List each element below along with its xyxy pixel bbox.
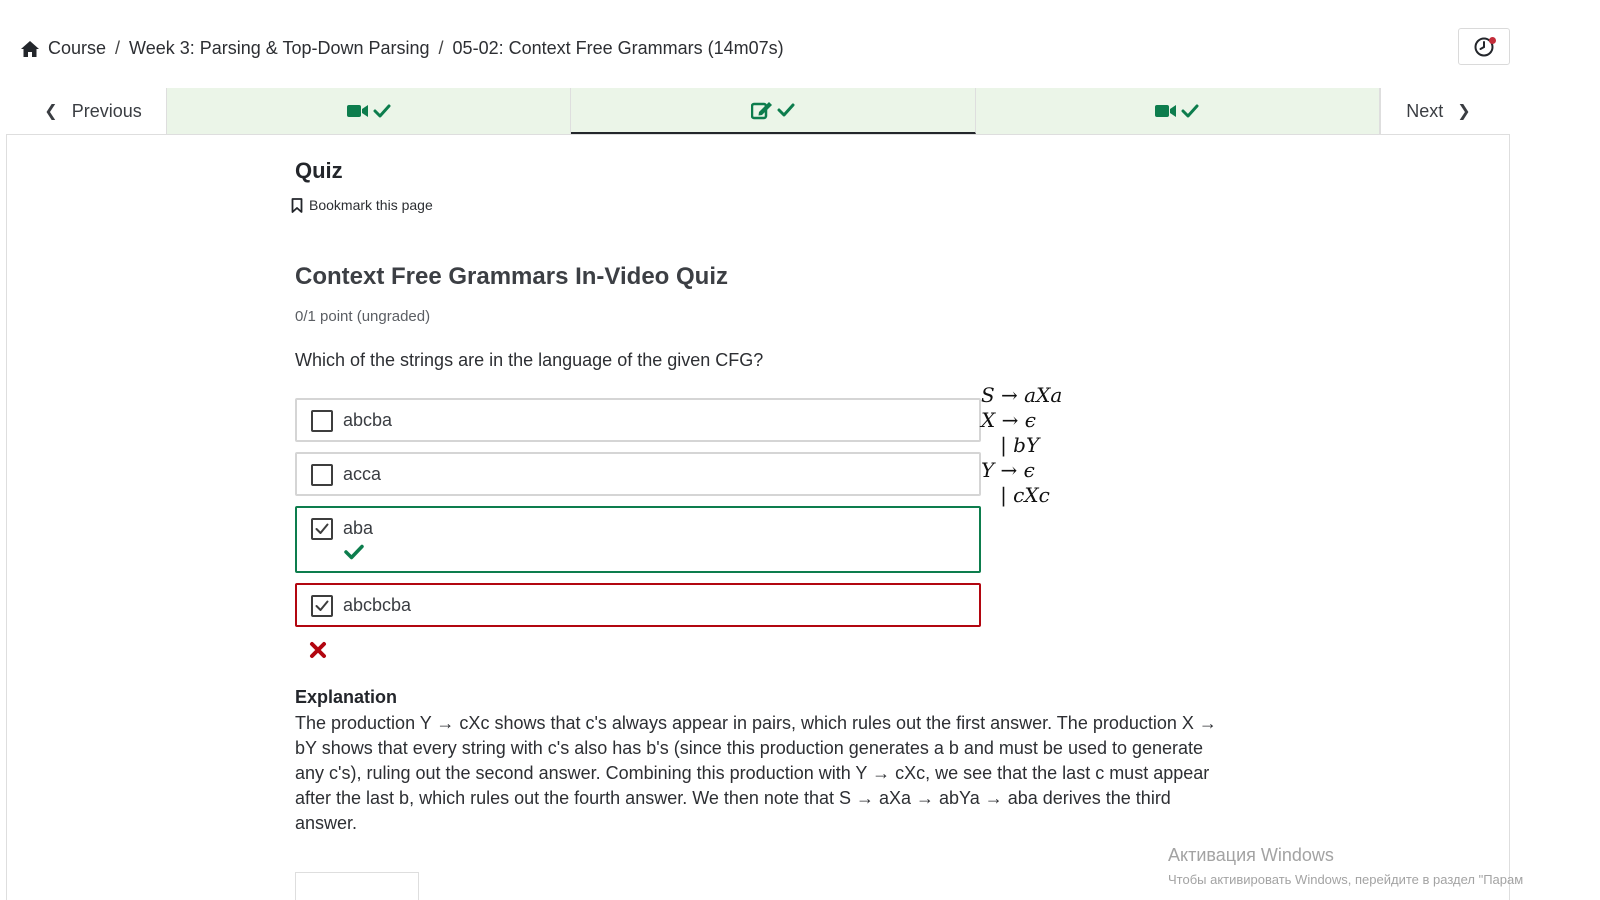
breadcrumb-separator: / (115, 38, 121, 58)
home-icon[interactable] (20, 40, 40, 58)
grammar-rule: X → ϵ (981, 408, 1036, 432)
problem-points: 0/1 point (ungraded) (295, 308, 431, 325)
grammar-rule: S → aXa (981, 383, 1063, 407)
bookmark-icon (291, 197, 303, 213)
previous-button-label: Previous (71, 100, 142, 121)
sequence-tab-problem[interactable] (571, 88, 976, 134)
choice-label: abcbcba (343, 595, 412, 615)
watermark-title: Активация Windows (1168, 845, 1334, 865)
breadcrumb-week-link[interactable]: Week 3: Parsing & Top-Down Parsing (129, 38, 429, 59)
unit-header: Quiz Bookmark this page (291, 158, 1295, 213)
breadcrumb-current-unit: 05-02: Context Free Grammars (14m07s) (452, 38, 784, 58)
problem-title: Context Free Grammars In-Video Quiz (295, 263, 728, 290)
choice-option[interactable]: acca (295, 452, 981, 496)
checkmark-icon (315, 600, 329, 611)
chevron-right-icon: ❯ (1457, 103, 1471, 120)
choice-option-incorrect[interactable]: abcbcba (295, 583, 981, 627)
choice-label: aba (343, 518, 374, 538)
incorrect-x-icon (310, 642, 326, 658)
check-icon (373, 104, 391, 118)
breadcrumb-separator: / (438, 38, 444, 58)
checkbox-unchecked[interactable] (311, 464, 333, 486)
sequence-navigation: ❮ Previous Next ❯ (6, 88, 1510, 135)
explanation-heading: Explanation (295, 687, 398, 707)
correct-check-icon (344, 544, 364, 560)
check-icon (1181, 104, 1199, 118)
notification-dot (1489, 37, 1496, 44)
bookmark-label: Bookmark this page (309, 197, 433, 213)
choice-label: acca (343, 464, 382, 484)
sequence-tab-video-2[interactable] (975, 88, 1380, 134)
previous-button[interactable]: ❮ Previous (6, 88, 167, 134)
bookmark-button[interactable]: Bookmark this page (291, 197, 1295, 213)
explanation-text: The production Y → cXc shows that c's al… (295, 713, 1217, 833)
next-button-label: Next (1406, 100, 1444, 121)
sequence-tab-video-1[interactable] (167, 88, 572, 134)
edit-pencil-icon (750, 102, 772, 120)
breadcrumb-course-link[interactable]: Course (48, 38, 106, 59)
watermark-subtitle: Чтобы активировать Windows, перейдите в … (1168, 872, 1524, 887)
grammar-rule: | bY (981, 433, 1040, 457)
grammar-rule: | cXc (981, 483, 1050, 507)
choice-option-correct[interactable]: aba (295, 506, 981, 573)
choice-label: abcba (343, 410, 393, 430)
grammar-rules: S → aXa X → ϵ | bY Y → ϵ | cXc (981, 383, 1062, 508)
chevron-left-icon: ❮ (44, 103, 58, 120)
checkbox-unchecked[interactable] (311, 410, 333, 432)
dates-notification-button[interactable] (1458, 28, 1510, 65)
question-text: Which of the strings are in the language… (295, 350, 764, 370)
checkbox-checked[interactable] (311, 518, 333, 540)
checkbox-checked[interactable] (311, 595, 333, 617)
windows-activation-watermark: Активация Windows Чтобы активировать Win… (1168, 845, 1523, 887)
grammar-rule: Y → ϵ (981, 458, 1035, 482)
checkmark-icon (315, 523, 329, 534)
unit-title: Quiz (295, 158, 343, 183)
breadcrumb: Course / Week 3: Parsing & Top-Down Pars… (20, 38, 784, 59)
check-icon (777, 103, 795, 117)
video-camera-icon (346, 105, 368, 117)
submit-button[interactable] (295, 872, 419, 900)
video-camera-icon (1155, 105, 1177, 117)
choice-option[interactable]: abcba (295, 398, 981, 442)
next-button[interactable]: Next ❯ (1379, 88, 1510, 134)
